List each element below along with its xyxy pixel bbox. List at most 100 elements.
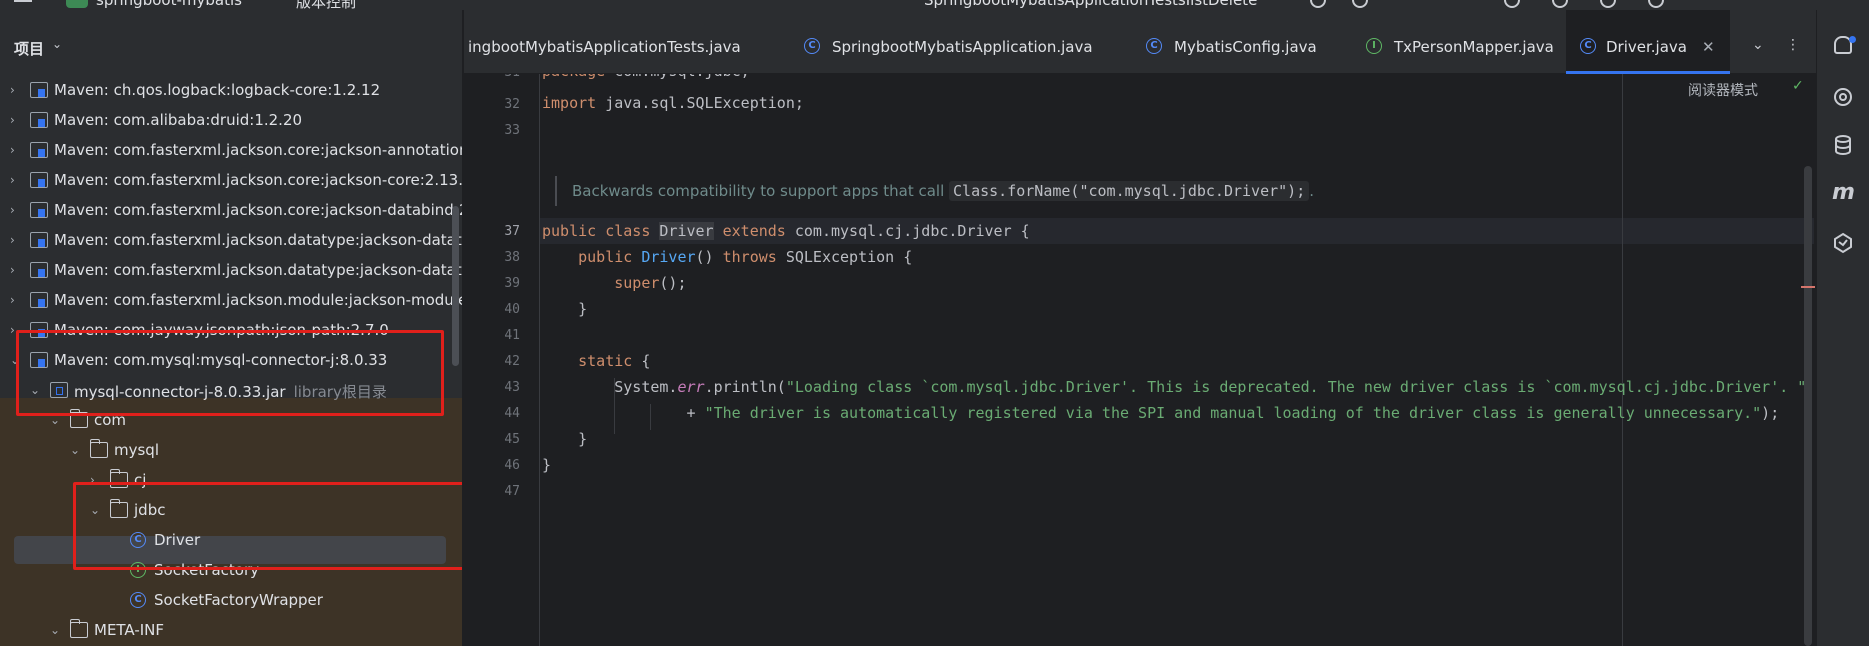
tree-node-label: Maven: com.fasterxml.jackson.module:jack…: [54, 291, 463, 309]
line-number: 38: [504, 250, 520, 265]
class-icon: C: [1580, 38, 1596, 54]
chevron-down-icon[interactable]: ⌄: [70, 443, 82, 457]
library-icon: [30, 82, 48, 98]
line-number: 32: [504, 97, 520, 112]
code-line-38: public Driver() throws SQLException {: [578, 248, 913, 266]
tree-node[interactable]: › Maven: com.alibaba:druid:1.2.20: [0, 106, 462, 136]
maven-icon[interactable]: m: [1832, 182, 1855, 204]
code-line-40: }: [542, 300, 588, 318]
project-header: 项目 ⌄: [0, 10, 462, 59]
library-icon: [30, 202, 48, 218]
tree-node[interactable]: › Maven: com.fasterxml.jackson.datatype:j…: [0, 226, 463, 256]
tree-node-label: META-INF: [94, 621, 164, 639]
tab-label: ingbootMybatisApplicationTests.java: [468, 38, 741, 56]
tree-node[interactable]: ⌄ mysql: [0, 436, 462, 466]
ai-assistant-icon[interactable]: [1832, 86, 1854, 108]
tree-node[interactable]: › Maven: com.fasterxml.jackson.datatype:j…: [0, 256, 462, 286]
tree-node-label: Maven: com.fasterxml.jackson.datatype:ja…: [54, 231, 463, 249]
tab-springboot-mybatis-application[interactable]: C SpringbootMybatisApplication.java: [782, 10, 1118, 74]
chevron-right-icon[interactable]: ›: [10, 143, 22, 157]
chevron-right-icon[interactable]: ›: [10, 233, 22, 247]
chevron-right-icon[interactable]: ›: [10, 203, 22, 217]
tree-node[interactable]: › Maven: com.fasterxml.jackson.module:jac…: [0, 286, 463, 316]
tree-node[interactable]: ⌄ META-INF: [0, 616, 462, 646]
vcs-widget[interactable]: 版本控制: [296, 0, 356, 10]
tree-node-label: SocketFactoryWrapper: [154, 591, 323, 609]
project-name[interactable]: springboot-mybatis: [96, 0, 242, 9]
run-icon[interactable]: [1310, 0, 1326, 8]
code-area-body[interactable]: public class Driver extends com.mysql.cj…: [542, 74, 1812, 646]
library-icon: [30, 112, 48, 128]
search-icon[interactable]: [1600, 0, 1616, 8]
tree-node[interactable]: › Maven: ch.qos.logback:logback-core:1.2.…: [0, 76, 462, 106]
chevron-down-icon[interactable]: ⌄: [52, 37, 62, 51]
folder-icon: [90, 439, 108, 458]
class-icon: C: [130, 592, 146, 608]
code-line-42: static {: [578, 352, 651, 370]
check-icon[interactable]: ✓: [1792, 78, 1804, 94]
right-tool-strip: m: [1816, 10, 1869, 646]
chevron-right-icon[interactable]: ›: [10, 83, 22, 97]
chevron-right-icon[interactable]: ›: [10, 293, 22, 307]
line-number: 44: [504, 406, 520, 421]
tab-springboot-mybatis-application-tests[interactable]: ingbootMybatisApplicationTests.java: [464, 10, 774, 74]
class-icon: C: [804, 38, 820, 54]
line-number: 33: [504, 123, 520, 138]
line-number: 31: [464, 74, 520, 80]
chevron-down-icon[interactable]: ⌄: [50, 623, 62, 637]
chevron-right-icon[interactable]: ›: [10, 113, 22, 127]
code-editor[interactable]: 31 32 33 37 38 39 40 41 42 43 44 45 46 4…: [464, 74, 1816, 646]
more-options-icon[interactable]: ⋮: [1786, 37, 1800, 53]
tab-list-chevron-icon[interactable]: ⌄: [1752, 37, 1764, 53]
chevron-right-icon[interactable]: ›: [10, 263, 22, 277]
tab-label: TxPersonMapper.java: [1394, 38, 1554, 56]
code-line-37: public class Driver extends com.mysql.cj…: [542, 222, 1030, 240]
chevron-right-icon[interactable]: ›: [10, 173, 22, 187]
error-stripe-mark[interactable]: [1801, 286, 1815, 288]
code-with-me-icon[interactable]: [1504, 0, 1520, 8]
tree-node-text: Maven: com.alibaba:druid:1.2.20: [54, 111, 303, 129]
close-icon[interactable]: ✕: [1702, 38, 1715, 56]
tab-driver[interactable]: C Driver.java ✕: [1566, 10, 1730, 74]
tree-node[interactable]: C SocketFactoryWrapper: [0, 586, 462, 616]
annotation-box-connector: [16, 330, 444, 416]
tab-mybatis-config[interactable]: C MybatisConfig.java: [1126, 10, 1344, 74]
line-number: 45: [504, 432, 520, 447]
library-icon: [30, 292, 48, 308]
editor-gutter[interactable]: 31 32 33 37 38 39 40 41 42 43 44 45 46 4…: [464, 74, 540, 646]
project-panel-title[interactable]: 项目: [14, 38, 44, 59]
tree-node[interactable]: › Maven: com.fasterxml.jackson.core:jacks…: [0, 136, 462, 166]
run-configuration[interactable]: SpringbootMybatisApplicationTestsIistDel…: [924, 0, 1257, 9]
tree-node-text: SocketFactoryWrapper: [154, 591, 323, 609]
debug-icon[interactable]: [1352, 0, 1368, 8]
title-bar: sh springboot-mybatis 版本控制 SpringbootMyb…: [0, 0, 1869, 10]
project-scrollbar[interactable]: [452, 206, 459, 366]
tree-node-label: Maven: com.alibaba:druid:1.2.20: [54, 111, 302, 129]
tab-label: SpringbootMybatisApplication.java: [832, 38, 1093, 56]
tree-node-text: META-INF: [94, 621, 165, 639]
tab-label: MybatisConfig.java: [1174, 38, 1317, 56]
code-line-44: + "The driver is automatically registere…: [542, 404, 1780, 422]
tab-tx-person-mapper[interactable]: I TxPersonMapper.java: [1344, 10, 1566, 74]
editor-scrollbar[interactable]: [1804, 166, 1812, 646]
library-icon: [30, 142, 48, 158]
line-number: 41: [504, 328, 520, 343]
folder-icon: [70, 619, 88, 638]
add-user-icon[interactable]: [1552, 0, 1568, 8]
main-menu-icon[interactable]: [14, 0, 32, 2]
tab-label: Driver.java: [1606, 38, 1687, 56]
tree-node[interactable]: › Maven: com.fasterxml.jackson.core:jacks…: [0, 166, 463, 196]
tree-node-text: Maven: ch.qos.logback:logback-core:1.2.1…: [54, 81, 381, 99]
reader-mode-toggle[interactable]: 阅读器模式: [1688, 80, 1758, 100]
tree-node-text: Maven: com.fasterxml.jackson.datatype:ja…: [54, 231, 463, 249]
plugin-icon[interactable]: [1832, 232, 1854, 254]
project-badge[interactable]: sh: [66, 0, 88, 8]
line-number: 39: [504, 276, 520, 291]
tree-node-text: Maven: com.fasterxml.jackson.module:jack…: [54, 291, 463, 309]
tree-node[interactable]: › Maven: com.fasterxml.jackson.core:jacks…: [0, 196, 463, 226]
settings-icon[interactable]: [1648, 0, 1664, 8]
tree-node-text: Maven: com.fasterxml.jackson.core:jackso…: [54, 171, 463, 189]
database-icon[interactable]: [1832, 134, 1854, 156]
library-icon: [30, 172, 48, 188]
tree-node-text: Maven: com.fasterxml.jackson.core:jackso…: [54, 201, 463, 219]
